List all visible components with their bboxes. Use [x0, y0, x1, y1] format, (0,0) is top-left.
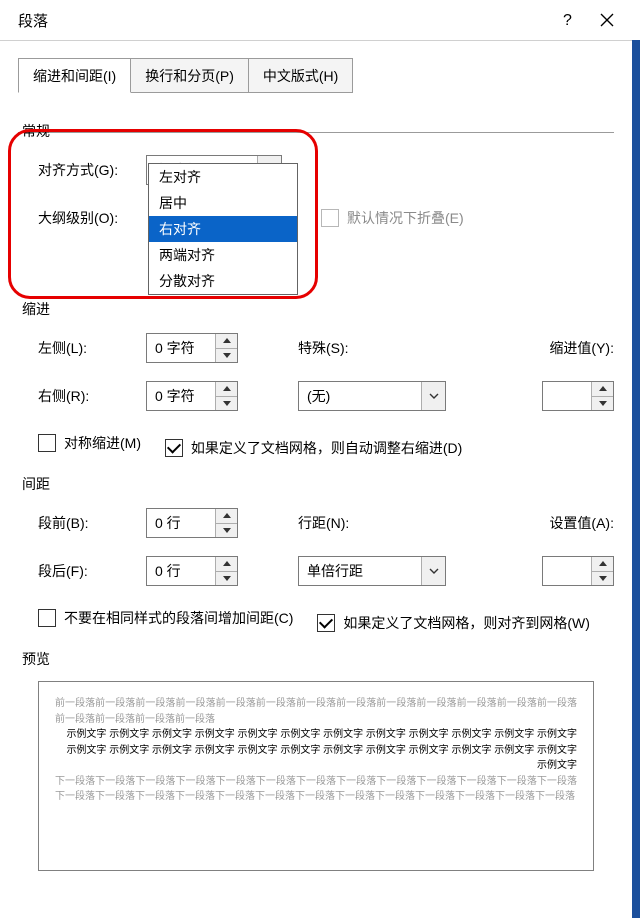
alignment-option-left[interactable]: 左对齐 — [149, 164, 297, 190]
space-after-label: 段后(F): — [18, 561, 146, 581]
section-spacing: 间距 — [22, 474, 614, 494]
spinner-down-icon[interactable] — [592, 397, 613, 411]
outline-level-label: 大纲级别(O): — [18, 208, 146, 228]
spacing-at-label: 设置值(A): — [549, 513, 614, 533]
section-general: 常规 — [22, 121, 614, 141]
help-button[interactable]: ? — [546, 11, 588, 29]
svg-text:?: ? — [563, 12, 572, 29]
special-indent-label: 特殊(S): — [298, 338, 398, 358]
spinner-down-icon[interactable] — [592, 572, 613, 586]
spinner-up-icon[interactable] — [216, 557, 237, 572]
special-indent-combo[interactable]: (无) — [298, 381, 446, 411]
snap-to-grid-checkbox[interactable]: 如果定义了文档网格，则对齐到网格(W) — [297, 613, 590, 633]
spinner-down-icon[interactable] — [216, 349, 237, 363]
indent-right-spinner[interactable]: 0 字符 — [146, 381, 238, 411]
section-indent: 缩进 — [22, 299, 614, 319]
no-space-same-style-label: 不要在相同样式的段落间增加间距(C) — [64, 608, 293, 628]
preview-box: 前一段落前一段落前一段落前一段落前一段落前一段落前一段落前一段落前一段落前一段落… — [38, 681, 594, 871]
window-right-edge — [632, 40, 640, 918]
mirror-indents-checkbox[interactable]: 对称缩进(M) — [18, 433, 141, 453]
checkbox-box — [38, 609, 56, 627]
alignment-option-justify[interactable]: 两端对齐 — [149, 242, 297, 268]
tab-line-page-breaks[interactable]: 换行和分页(P) — [130, 58, 249, 93]
alignment-option-right[interactable]: 右对齐 — [149, 216, 297, 242]
special-indent-value: (无) — [299, 382, 421, 410]
indent-right-label: 右侧(R): — [18, 386, 146, 406]
collapse-by-default-checkbox: 默认情况下折叠(E) — [321, 208, 464, 228]
space-after-spinner[interactable]: 0 行 — [146, 556, 238, 586]
spinner-down-icon[interactable] — [216, 397, 237, 411]
indent-right-value: 0 字符 — [147, 382, 215, 410]
alignment-option-center[interactable]: 居中 — [149, 190, 297, 216]
indent-by-label: 缩进值(Y): — [549, 338, 614, 358]
snap-to-grid-label: 如果定义了文档网格，则对齐到网格(W) — [343, 613, 590, 633]
line-spacing-label: 行距(N): — [298, 513, 398, 533]
spinner-up-icon[interactable] — [216, 382, 237, 397]
checkbox-box — [317, 614, 335, 632]
spacing-at-spinner[interactable] — [542, 556, 614, 586]
mirror-indents-label: 对称缩进(M) — [64, 433, 141, 453]
alignment-option-distribute[interactable]: 分散对齐 — [149, 268, 297, 294]
checkbox-box — [321, 209, 339, 227]
space-after-value: 0 行 — [147, 557, 215, 585]
tab-asian-typography[interactable]: 中文版式(H) — [248, 58, 353, 93]
spinner-up-icon[interactable] — [592, 382, 613, 397]
preview-sample-text: 示例文字 示例文字 示例文字 示例文字 示例文字 示例文字 示例文字 示例文字 … — [55, 727, 577, 774]
spacing-at-value — [543, 557, 591, 585]
line-spacing-combo[interactable]: 单倍行距 — [298, 556, 446, 586]
spinner-down-icon[interactable] — [216, 524, 237, 538]
dropdown-button[interactable] — [421, 382, 445, 410]
space-before-value: 0 行 — [147, 509, 215, 537]
spinner-up-icon[interactable] — [216, 509, 237, 524]
indent-left-spinner[interactable]: 0 字符 — [146, 333, 238, 363]
tab-indent-spacing[interactable]: 缩进和间距(I) — [18, 58, 131, 93]
auto-adjust-right-indent-label: 如果定义了文档网格，则自动调整右缩进(D) — [191, 438, 462, 458]
titlebar: 段落 ? — [0, 0, 640, 40]
space-before-spinner[interactable]: 0 行 — [146, 508, 238, 538]
collapse-by-default-label: 默认情况下折叠(E) — [347, 208, 464, 228]
auto-adjust-right-indent-checkbox[interactable]: 如果定义了文档网格，则自动调整右缩进(D) — [145, 438, 462, 458]
checkbox-box — [38, 434, 56, 452]
spinner-down-icon[interactable] — [216, 572, 237, 586]
dialog-title: 段落 — [18, 10, 48, 31]
alignment-dropdown-list[interactable]: 左对齐 居中 右对齐 两端对齐 分散对齐 — [148, 163, 298, 295]
spinner-up-icon[interactable] — [216, 334, 237, 349]
close-button[interactable] — [588, 11, 626, 29]
tab-row: 缩进和间距(I) 换行和分页(P) 中文版式(H) — [18, 57, 632, 93]
preview-prev-para: 前一段落前一段落前一段落前一段落前一段落前一段落前一段落前一段落前一段落前一段落… — [55, 696, 577, 727]
section-preview: 预览 — [22, 649, 614, 669]
indent-by-value — [543, 382, 591, 410]
space-before-label: 段前(B): — [18, 513, 146, 533]
alignment-label: 对齐方式(G): — [18, 160, 146, 180]
spinner-up-icon[interactable] — [592, 557, 613, 572]
checkbox-box — [165, 439, 183, 457]
indent-left-value: 0 字符 — [147, 334, 215, 362]
preview-next-para: 下一段落下一段落下一段落下一段落下一段落下一段落下一段落下一段落下一段落下一段落… — [55, 774, 577, 805]
line-spacing-value: 单倍行距 — [299, 557, 421, 585]
indent-by-spinner[interactable] — [542, 381, 614, 411]
dropdown-button[interactable] — [421, 557, 445, 585]
indent-left-label: 左侧(L): — [18, 338, 146, 358]
no-space-same-style-checkbox[interactable]: 不要在相同样式的段落间增加间距(C) — [18, 608, 293, 628]
